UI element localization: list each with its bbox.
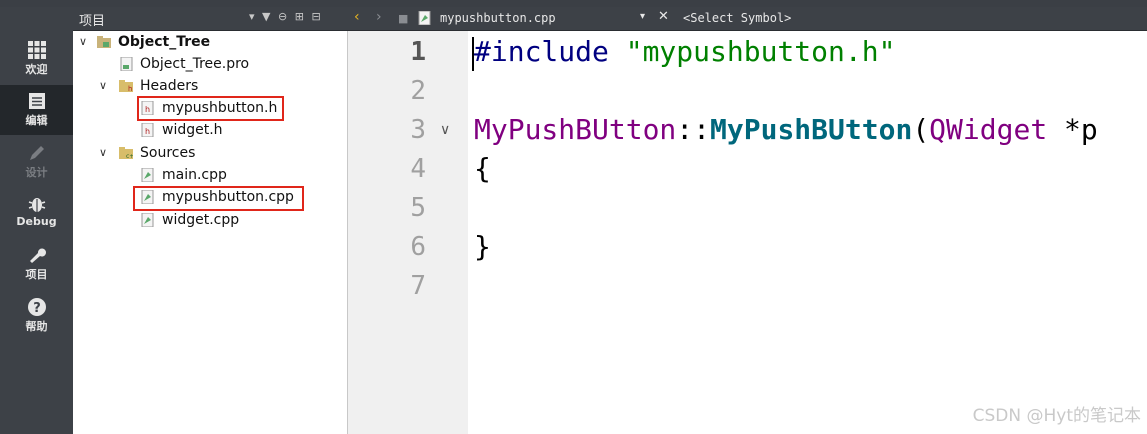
lock-icon: ■: [398, 12, 409, 25]
watermark: CSDN @Hyt的笔记本: [972, 406, 1141, 426]
tree-label-root: Object_Tree: [118, 34, 211, 50]
pro-file-icon: [120, 57, 133, 71]
cpp-file-icon: [141, 213, 154, 227]
svg-text:h: h: [145, 105, 150, 114]
cpp-file-icon: [141, 168, 154, 182]
dropdown-icon[interactable]: ▾: [249, 10, 257, 23]
mode-design[interactable]: 设计: [0, 137, 73, 187]
tree-label-header-file: widget.h: [162, 122, 223, 138]
mode-debug[interactable]: Debug: [0, 188, 73, 238]
tree-row-source-file[interactable]: widget.cpp: [73, 209, 347, 231]
cpp-file-icon: [141, 190, 154, 204]
mode-welcome[interactable]: 欢迎: [0, 34, 73, 84]
svg-text:?: ?: [33, 301, 41, 316]
code-scope: ::: [676, 113, 711, 146]
line-number: 1: [410, 37, 426, 67]
code-type: QWidget: [929, 113, 1048, 146]
mode-label: 设计: [25, 166, 48, 179]
tree-row-sources[interactable]: ∨ c+ Sources: [73, 142, 347, 164]
code-directive: #include: [474, 35, 609, 68]
mode-label: 欢迎: [25, 63, 48, 76]
project-folder-icon: [97, 36, 111, 48]
code-line: {: [474, 152, 491, 185]
tree-row-root[interactable]: ∨ Object_Tree: [73, 31, 347, 53]
expand-arrow-icon[interactable]: ∨: [79, 31, 89, 53]
tree-row-headers[interactable]: ∨ h Headers: [73, 75, 347, 97]
question-icon: ?: [27, 298, 46, 316]
mode-bar: 欢迎 编辑 设计 Debug 项目 ? 帮助: [0, 7, 73, 434]
mode-label: Debug: [16, 215, 57, 228]
text-caret: [472, 37, 474, 71]
menu-strip: [0, 0, 1147, 7]
forward-arrow-icon[interactable]: ›: [376, 9, 382, 25]
mode-label: 帮助: [25, 320, 48, 333]
open-file-selector[interactable]: mypushbutton.cpp: [440, 11, 556, 25]
editor-toolbar: ‹ › ■ mypushbutton.cpp ▾ ✕ <Select Symbo…: [348, 7, 1147, 31]
header-file-icon: h: [141, 101, 154, 115]
mode-label: 编辑: [25, 114, 48, 127]
symbol-selector[interactable]: <Select Symbol>: [683, 11, 791, 25]
svg-text:h: h: [128, 85, 132, 93]
pencil-icon: [29, 146, 44, 160]
tree-label-header-file: mypushbutton.h: [162, 100, 278, 116]
project-panel-header: 项目 ▾ ▼ ⊖ ⊞ ⊟: [73, 7, 348, 31]
tree-row-source-file[interactable]: main.cpp: [73, 164, 347, 186]
link-icon[interactable]: ⊖: [278, 10, 289, 23]
bug-icon: [28, 198, 45, 212]
project-panel-title[interactable]: 项目: [79, 10, 105, 29]
code-rest: *p: [1047, 113, 1098, 146]
tree-label-source-file: main.cpp: [162, 167, 227, 183]
document-icon: [28, 93, 45, 109]
code-line: }: [474, 230, 491, 263]
close-panel-icon[interactable]: ⊟: [311, 10, 322, 23]
code-string: "mypushbutton.h": [625, 35, 896, 68]
tree-label-sources: Sources: [140, 145, 196, 161]
expand-arrow-icon[interactable]: ∨: [99, 142, 109, 164]
close-icon[interactable]: ✕: [658, 9, 669, 24]
expand-arrow-icon[interactable]: ∨: [99, 75, 109, 97]
line-number: 2: [410, 76, 426, 106]
tree-row-source-file[interactable]: mypushbutton.cpp: [73, 186, 347, 208]
cpp-file-icon: [418, 11, 431, 25]
line-number-gutter: 1 2 3 ∨ 4 5 6 7: [348, 31, 468, 434]
mode-projects[interactable]: 项目: [0, 239, 73, 289]
folder-icon: h: [119, 80, 133, 93]
mode-help[interactable]: ? 帮助: [0, 291, 73, 341]
tree-label-source-file: mypushbutton.cpp: [162, 189, 294, 205]
tree-row-header-file[interactable]: h mypushbutton.h: [73, 97, 347, 119]
fold-arrow-icon[interactable]: ∨: [440, 122, 450, 138]
back-arrow-icon[interactable]: ‹: [354, 9, 360, 25]
mode-edit[interactable]: 编辑: [0, 85, 73, 135]
tree-label-source-file: widget.cpp: [162, 212, 240, 228]
code-paren: (: [912, 113, 930, 146]
line-number: 4: [410, 154, 426, 184]
filter-icon[interactable]: ▼: [262, 10, 272, 23]
grid-icon: [27, 41, 46, 59]
project-tree: ∨ Object_Tree Object_Tree.pro ∨ h Header…: [73, 31, 348, 434]
line-number: 7: [410, 271, 426, 301]
code-line: MyPushBUtton::MyPushBUtton(QWidget *p: [474, 113, 1098, 146]
project-panel-tools: ▾ ▼ ⊖ ⊞ ⊟: [249, 10, 323, 23]
tree-row-profile[interactable]: Object_Tree.pro: [73, 53, 347, 75]
svg-text:c+: c+: [126, 153, 133, 160]
line-number: 5: [410, 193, 426, 223]
code-function: MyPushBUtton: [710, 113, 913, 146]
code-line: #include "mypushbutton.h": [474, 35, 895, 68]
code-class: MyPushBUtton: [474, 113, 677, 146]
split-icon[interactable]: ⊞: [295, 10, 306, 23]
header-file-icon: h: [141, 123, 154, 137]
code-editor[interactable]: #include "mypushbutton.h" MyPushBUtton::…: [469, 31, 1147, 434]
folder-icon: c+: [119, 147, 133, 160]
line-number: 6: [410, 232, 426, 262]
tree-label-profile: Object_Tree.pro: [140, 56, 250, 72]
chevron-down-icon[interactable]: ▾: [640, 11, 645, 22]
line-number: 3: [410, 115, 426, 145]
tree-row-header-file[interactable]: h widget.h: [73, 119, 347, 141]
tree-label-headers: Headers: [140, 78, 199, 94]
mode-label: 项目: [25, 268, 48, 281]
svg-text:h: h: [145, 127, 150, 136]
wrench-icon: [29, 248, 46, 263]
